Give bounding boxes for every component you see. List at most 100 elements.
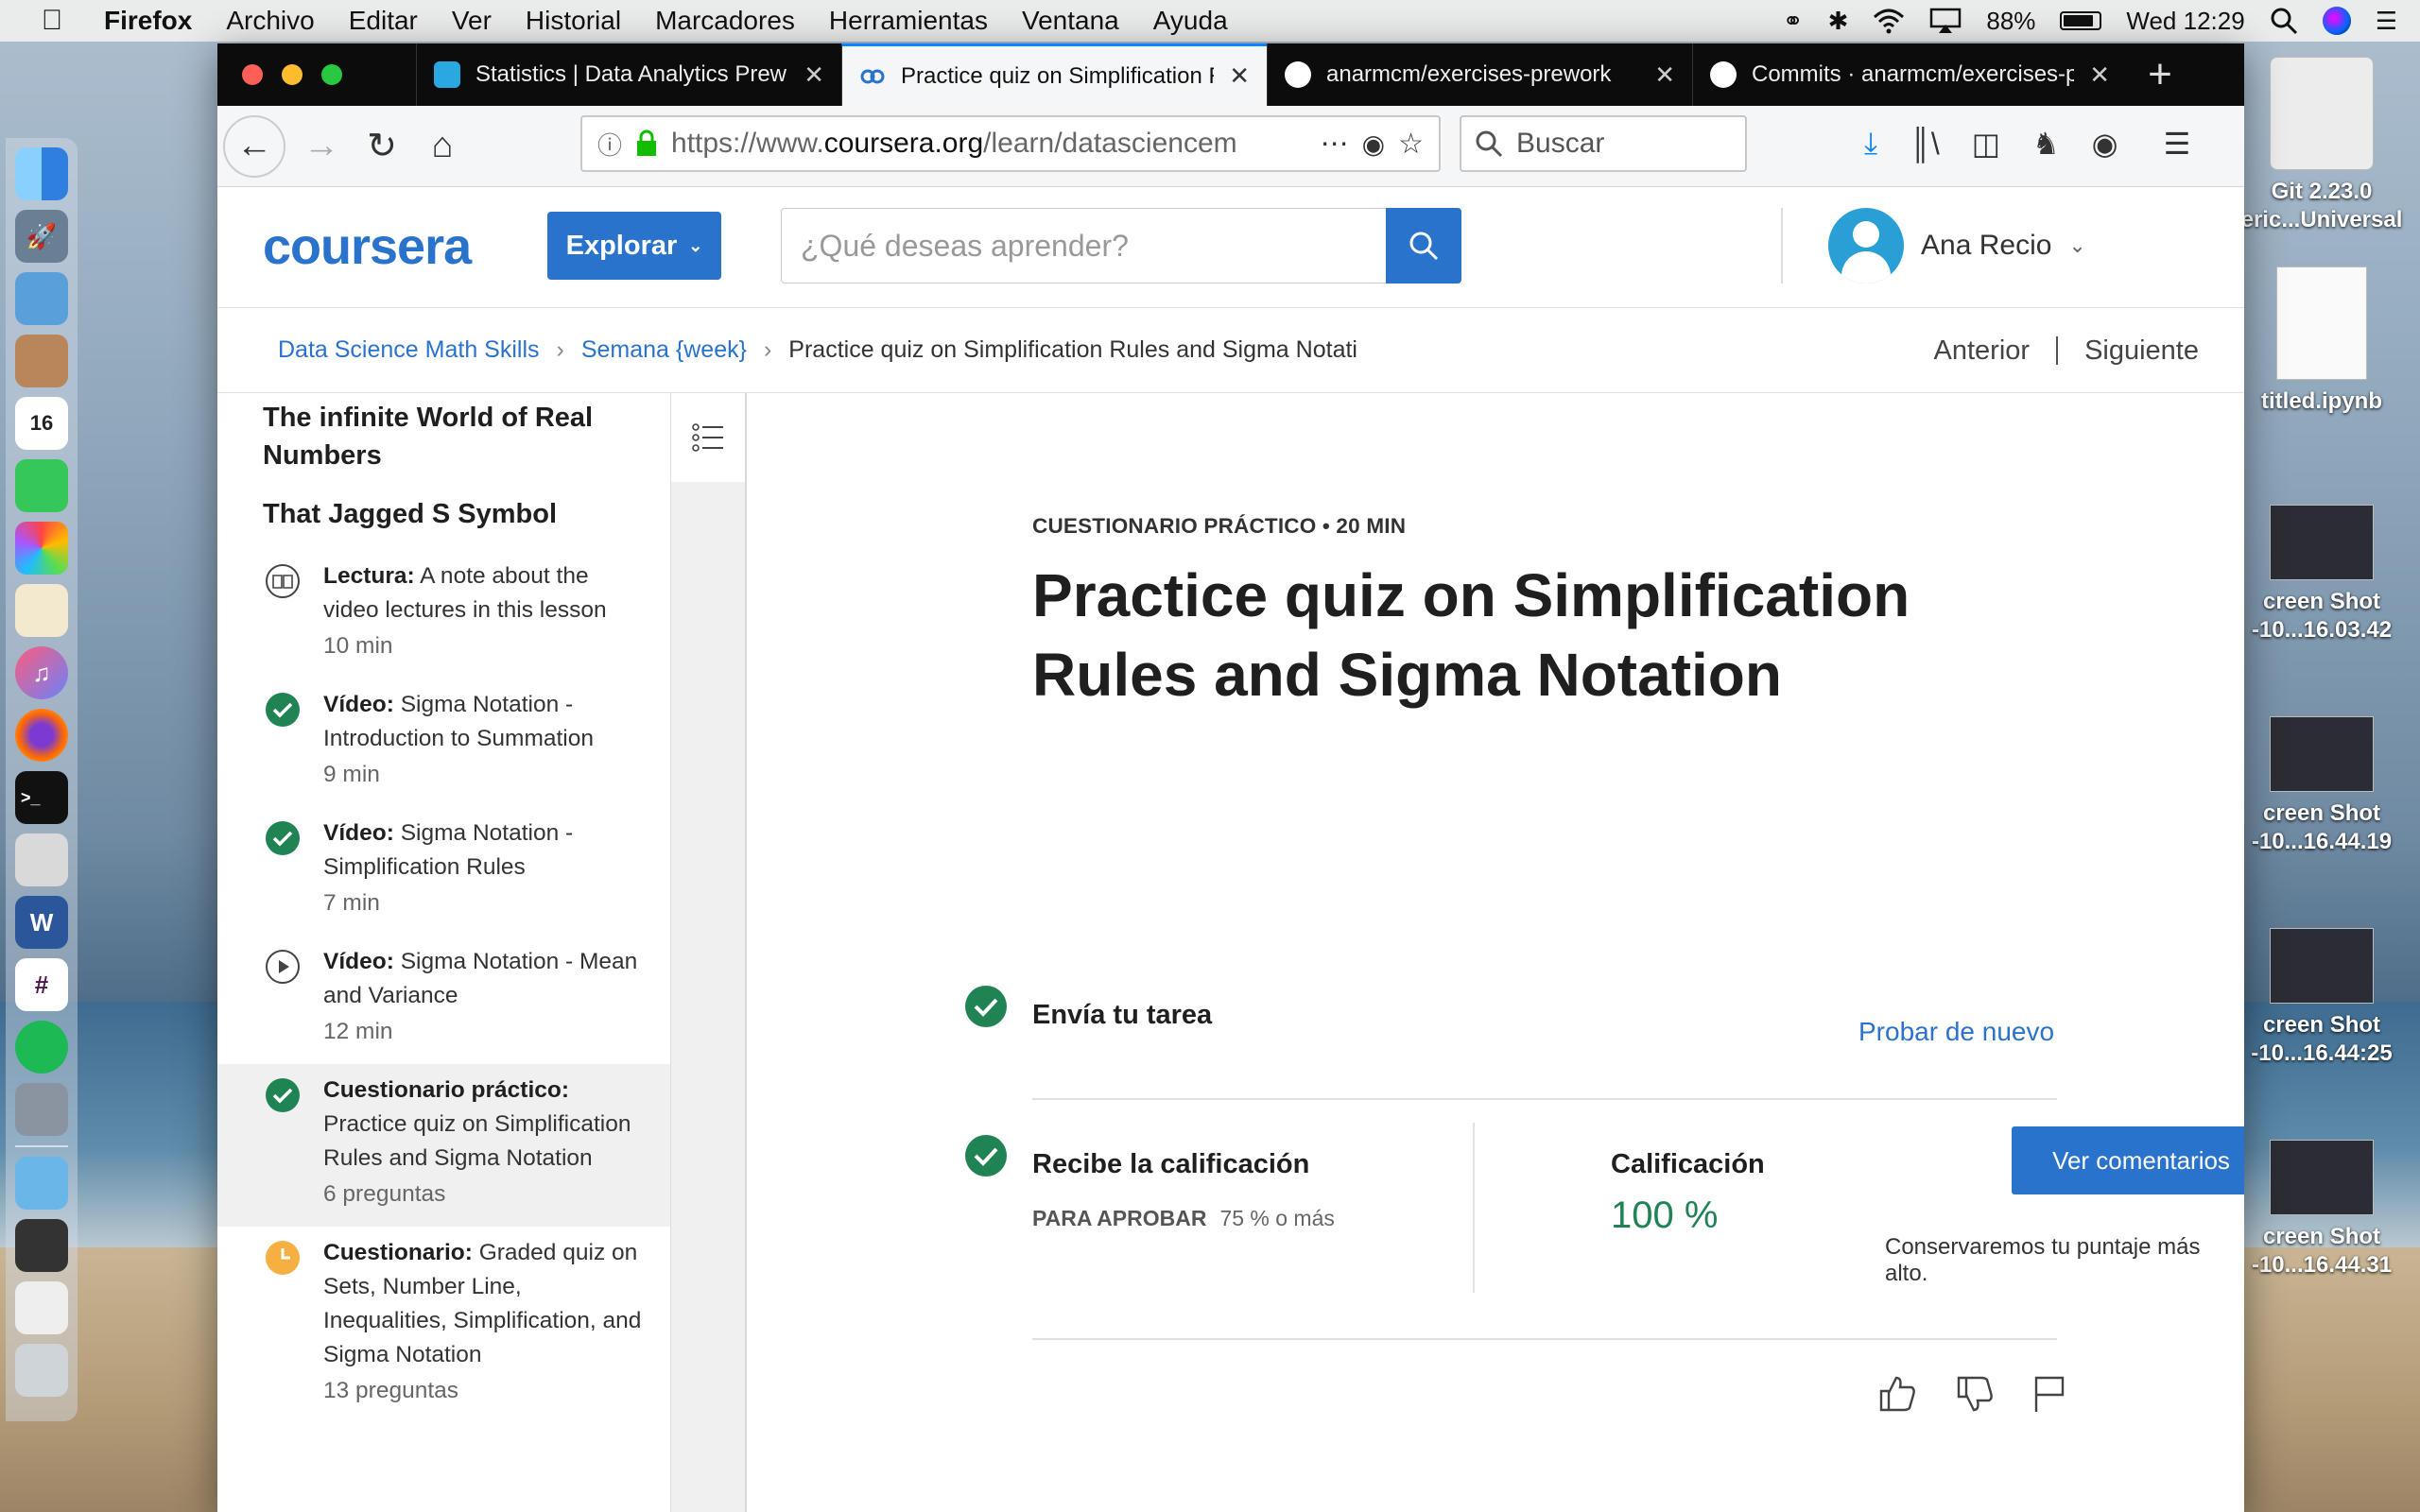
utility-icon[interactable] xyxy=(15,1083,68,1136)
close-window-button[interactable] xyxy=(242,64,263,85)
firefox-icon[interactable] xyxy=(15,709,68,762)
menu-app-name[interactable]: Firefox xyxy=(104,6,192,36)
desktop-screenshot-3[interactable]: creen Shot -10...16.44:25 xyxy=(2227,928,2416,1068)
outline-item-video[interactable]: Vídeo: Sigma Notation - Introduction to … xyxy=(217,679,670,807)
avatar[interactable] xyxy=(1828,208,1904,284)
outline-item-graded-quiz[interactable]: Cuestionario: Graded quiz on Sets, Numbe… xyxy=(217,1227,670,1423)
menu-ver[interactable]: Ver xyxy=(452,6,492,36)
menu-ventana[interactable]: Ventana xyxy=(1022,6,1119,36)
next-button[interactable]: Siguiente xyxy=(2084,335,2199,367)
desktop-screenshot-1[interactable]: creen Shot -10...16.03.42 xyxy=(2227,505,2416,644)
desktop-screenshot-2[interactable]: creen Shot -10...16.44.19 xyxy=(2227,716,2416,856)
sidebar-toggle-icon[interactable]: ◫ xyxy=(1972,126,2000,162)
launchpad-icon[interactable]: 🚀 xyxy=(15,210,68,263)
bookmark-star-icon[interactable]: ☆ xyxy=(1398,128,1424,161)
coursera-logo[interactable]: coursera xyxy=(263,217,472,276)
terminal-icon[interactable]: >_ xyxy=(15,771,68,824)
thumbs-up-icon[interactable] xyxy=(1876,1372,1919,1416)
contacts-icon[interactable] xyxy=(15,335,68,387)
breadcrumb-course[interactable]: Data Science Math Skills xyxy=(278,336,540,364)
previous-button[interactable]: Anterior xyxy=(1934,335,2031,367)
tab-statistics[interactable]: Statistics | Data Analytics Prew ✕ xyxy=(416,43,841,106)
minimize-window-button[interactable] xyxy=(282,64,302,85)
evernote-extension-icon[interactable]: ♞ xyxy=(2032,126,2060,162)
pocket-icon[interactable]: ◉ xyxy=(1362,129,1385,160)
spotlight-search-icon[interactable] xyxy=(2270,7,2298,35)
spotify-icon[interactable] xyxy=(15,1021,68,1074)
calendar-icon[interactable]: 16 xyxy=(15,397,68,450)
trash-icon[interactable] xyxy=(15,1344,68,1397)
course-search-button[interactable] xyxy=(1386,208,1461,284)
lock-icon[interactable] xyxy=(635,129,658,158)
tab-github-prework[interactable]: anarmcm/exercises-prework ✕ xyxy=(1267,43,1692,106)
recent-window-icon[interactable] xyxy=(15,1219,68,1272)
textedit-icon[interactable] xyxy=(15,584,68,637)
back-button[interactable]: ← xyxy=(223,114,285,178)
database-icon[interactable] xyxy=(15,833,68,886)
close-tab-icon[interactable]: ✕ xyxy=(2089,60,2110,90)
menu-editar[interactable]: Editar xyxy=(349,6,418,36)
notification-center-icon[interactable]: ☰ xyxy=(2376,7,2397,36)
account-extension-icon[interactable]: ◉ xyxy=(2092,126,2118,162)
tab-practice-quiz[interactable]: Practice quiz on Simplification R ✕ xyxy=(841,43,1267,106)
menu-archivo[interactable]: Archivo xyxy=(226,6,314,36)
screenshot-stack-icon[interactable] xyxy=(15,1281,68,1334)
apple-menu-icon[interactable]:  xyxy=(0,5,104,37)
battery-icon[interactable] xyxy=(2060,11,2102,30)
outline-item-video[interactable]: Vídeo: Sigma Notation - Simplification R… xyxy=(217,807,670,936)
thumbs-down-icon[interactable] xyxy=(1953,1372,1996,1416)
page-actions-icon[interactable]: ⋯ xyxy=(1321,128,1349,161)
breadcrumb-week[interactable]: Semana {week} xyxy=(581,336,747,364)
tab-github-commits[interactable]: Commits · anarmcm/exercises-p ✕ xyxy=(1692,43,2127,106)
airplay-icon[interactable] xyxy=(1929,8,1962,34)
finder-icon[interactable] xyxy=(15,147,68,200)
preview-icon[interactable] xyxy=(15,272,68,325)
music-icon[interactable]: ♫ xyxy=(15,646,68,699)
forward-button[interactable]: → xyxy=(291,116,352,177)
outline-toggle-button[interactable] xyxy=(671,393,745,482)
tab-title: Practice quiz on Simplification R xyxy=(901,62,1215,89)
outline-item-video[interactable]: Vídeo: Sigma Notation - Mean and Varianc… xyxy=(217,936,670,1064)
menu-historial[interactable]: Historial xyxy=(526,6,621,36)
outline-section-title[interactable]: The infinite World of Real Numbers xyxy=(217,399,670,474)
downloads-icon[interactable]: ⤓ xyxy=(1864,126,1877,162)
zoom-window-button[interactable] xyxy=(321,64,342,85)
library-icon[interactable]: ║\ xyxy=(1910,127,1940,162)
course-search-input[interactable]: ¿Qué deseas aprender? xyxy=(781,208,1386,284)
new-tab-button[interactable]: + xyxy=(2127,43,2193,106)
url-text[interactable]: https://www.coursera.org/learn/datascien… xyxy=(671,128,1307,160)
outline-lesson-title[interactable]: That Jagged S Symbol xyxy=(217,495,670,533)
downloads-folder-icon[interactable] xyxy=(15,1157,68,1210)
user-menu[interactable]: Ana Recio ⌄ xyxy=(1828,208,2086,284)
desktop-screenshot-4[interactable]: creen Shot -10...16.44.31 xyxy=(2227,1140,2416,1280)
wifi-icon[interactable] xyxy=(1873,8,1905,34)
home-button[interactable]: ⌂ xyxy=(412,116,473,177)
explore-button[interactable]: Explorar ⌄ xyxy=(547,212,721,280)
reload-button[interactable]: ↻ xyxy=(352,116,412,177)
desktop-file-ipynb[interactable]: titled.ipynb xyxy=(2227,266,2416,416)
hamburger-menu-icon[interactable]: ☰ xyxy=(2164,126,2191,162)
word-icon[interactable]: W xyxy=(15,896,68,949)
close-tab-icon[interactable]: ✕ xyxy=(1654,60,1675,90)
outline-item-reading[interactable]: Lectura: A note about the video lectures… xyxy=(217,550,670,679)
close-tab-icon[interactable]: ✕ xyxy=(1229,61,1250,91)
menu-herramientas[interactable]: Herramientas xyxy=(829,6,988,36)
search-box[interactable]: Buscar xyxy=(1460,115,1747,172)
bluetooth-icon[interactable]: ✱ xyxy=(1828,7,1849,36)
address-bar[interactable]: ⓘ https://www.coursera.org/learn/datasci… xyxy=(580,115,1441,172)
menu-ayuda[interactable]: Ayuda xyxy=(1153,6,1228,36)
flag-icon[interactable] xyxy=(2027,1372,2070,1416)
menu-marcadores[interactable]: Marcadores xyxy=(655,6,795,36)
outline-item-practice-quiz[interactable]: Cuestionario práctico: Practice quiz on … xyxy=(217,1064,670,1227)
desktop-file-git[interactable]: Git 2.23.0 eric...Universal xyxy=(2227,57,2416,234)
close-tab-icon[interactable]: ✕ xyxy=(804,60,824,90)
siri-icon[interactable] xyxy=(2322,7,2351,35)
creative-cloud-icon[interactable]: ⚭ xyxy=(1783,7,1804,36)
photos-icon[interactable] xyxy=(15,522,68,575)
retry-link[interactable]: Probar de nuevo xyxy=(1858,1017,2054,1047)
site-info-icon[interactable]: ⓘ xyxy=(597,127,622,162)
view-feedback-button[interactable]: Ver comentarios xyxy=(2012,1126,2244,1194)
clock[interactable]: Wed 12:29 xyxy=(2126,7,2244,36)
facetime-icon[interactable] xyxy=(15,459,68,512)
slack-icon[interactable]: # xyxy=(15,958,68,1011)
